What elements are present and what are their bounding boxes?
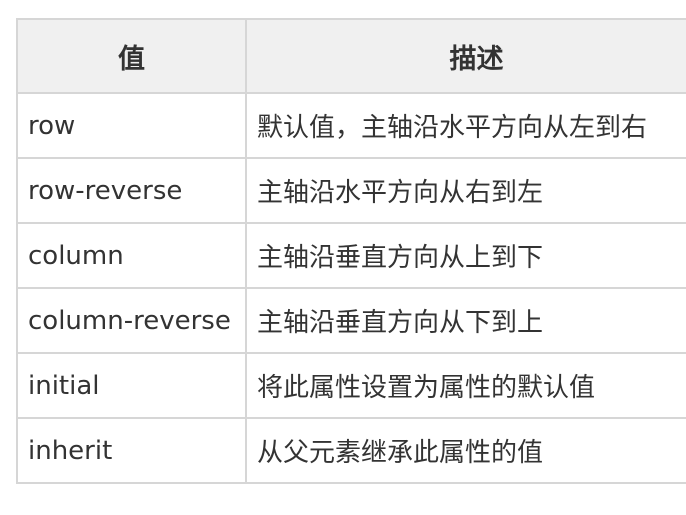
flex-direction-table: 值 描述 row 默认值，主轴沿水平方向从左到右 row-reverse 主轴沿…	[16, 18, 686, 484]
cell-value: row-reverse	[16, 157, 247, 224]
table-row: column-reverse 主轴沿垂直方向从下到上	[16, 287, 686, 354]
cell-description: 主轴沿垂直方向从下到上	[245, 287, 686, 354]
table-row: row 默认值，主轴沿水平方向从左到右	[16, 92, 686, 159]
header-value: 值	[16, 18, 247, 94]
cell-value: inherit	[16, 417, 247, 484]
cell-value: row	[16, 92, 247, 159]
cell-description: 将此属性设置为属性的默认值	[245, 352, 686, 419]
table-row: inherit 从父元素继承此属性的值	[16, 417, 686, 484]
table-row: column 主轴沿垂直方向从上到下	[16, 222, 686, 289]
cell-description: 主轴沿水平方向从右到左	[245, 157, 686, 224]
header-description: 描述	[245, 18, 686, 94]
cell-description: 从父元素继承此属性的值	[245, 417, 686, 484]
cell-description: 默认值，主轴沿水平方向从左到右	[245, 92, 686, 159]
table-row: row-reverse 主轴沿水平方向从右到左	[16, 157, 686, 224]
cell-value: column-reverse	[16, 287, 247, 354]
cell-value: initial	[16, 352, 247, 419]
table-row: initial 将此属性设置为属性的默认值	[16, 352, 686, 419]
table-container: 值 描述 row 默认值，主轴沿水平方向从左到右 row-reverse 主轴沿…	[16, 18, 686, 484]
table-header-row: 值 描述	[16, 18, 686, 94]
cell-value: column	[16, 222, 247, 289]
cell-description: 主轴沿垂直方向从上到下	[245, 222, 686, 289]
